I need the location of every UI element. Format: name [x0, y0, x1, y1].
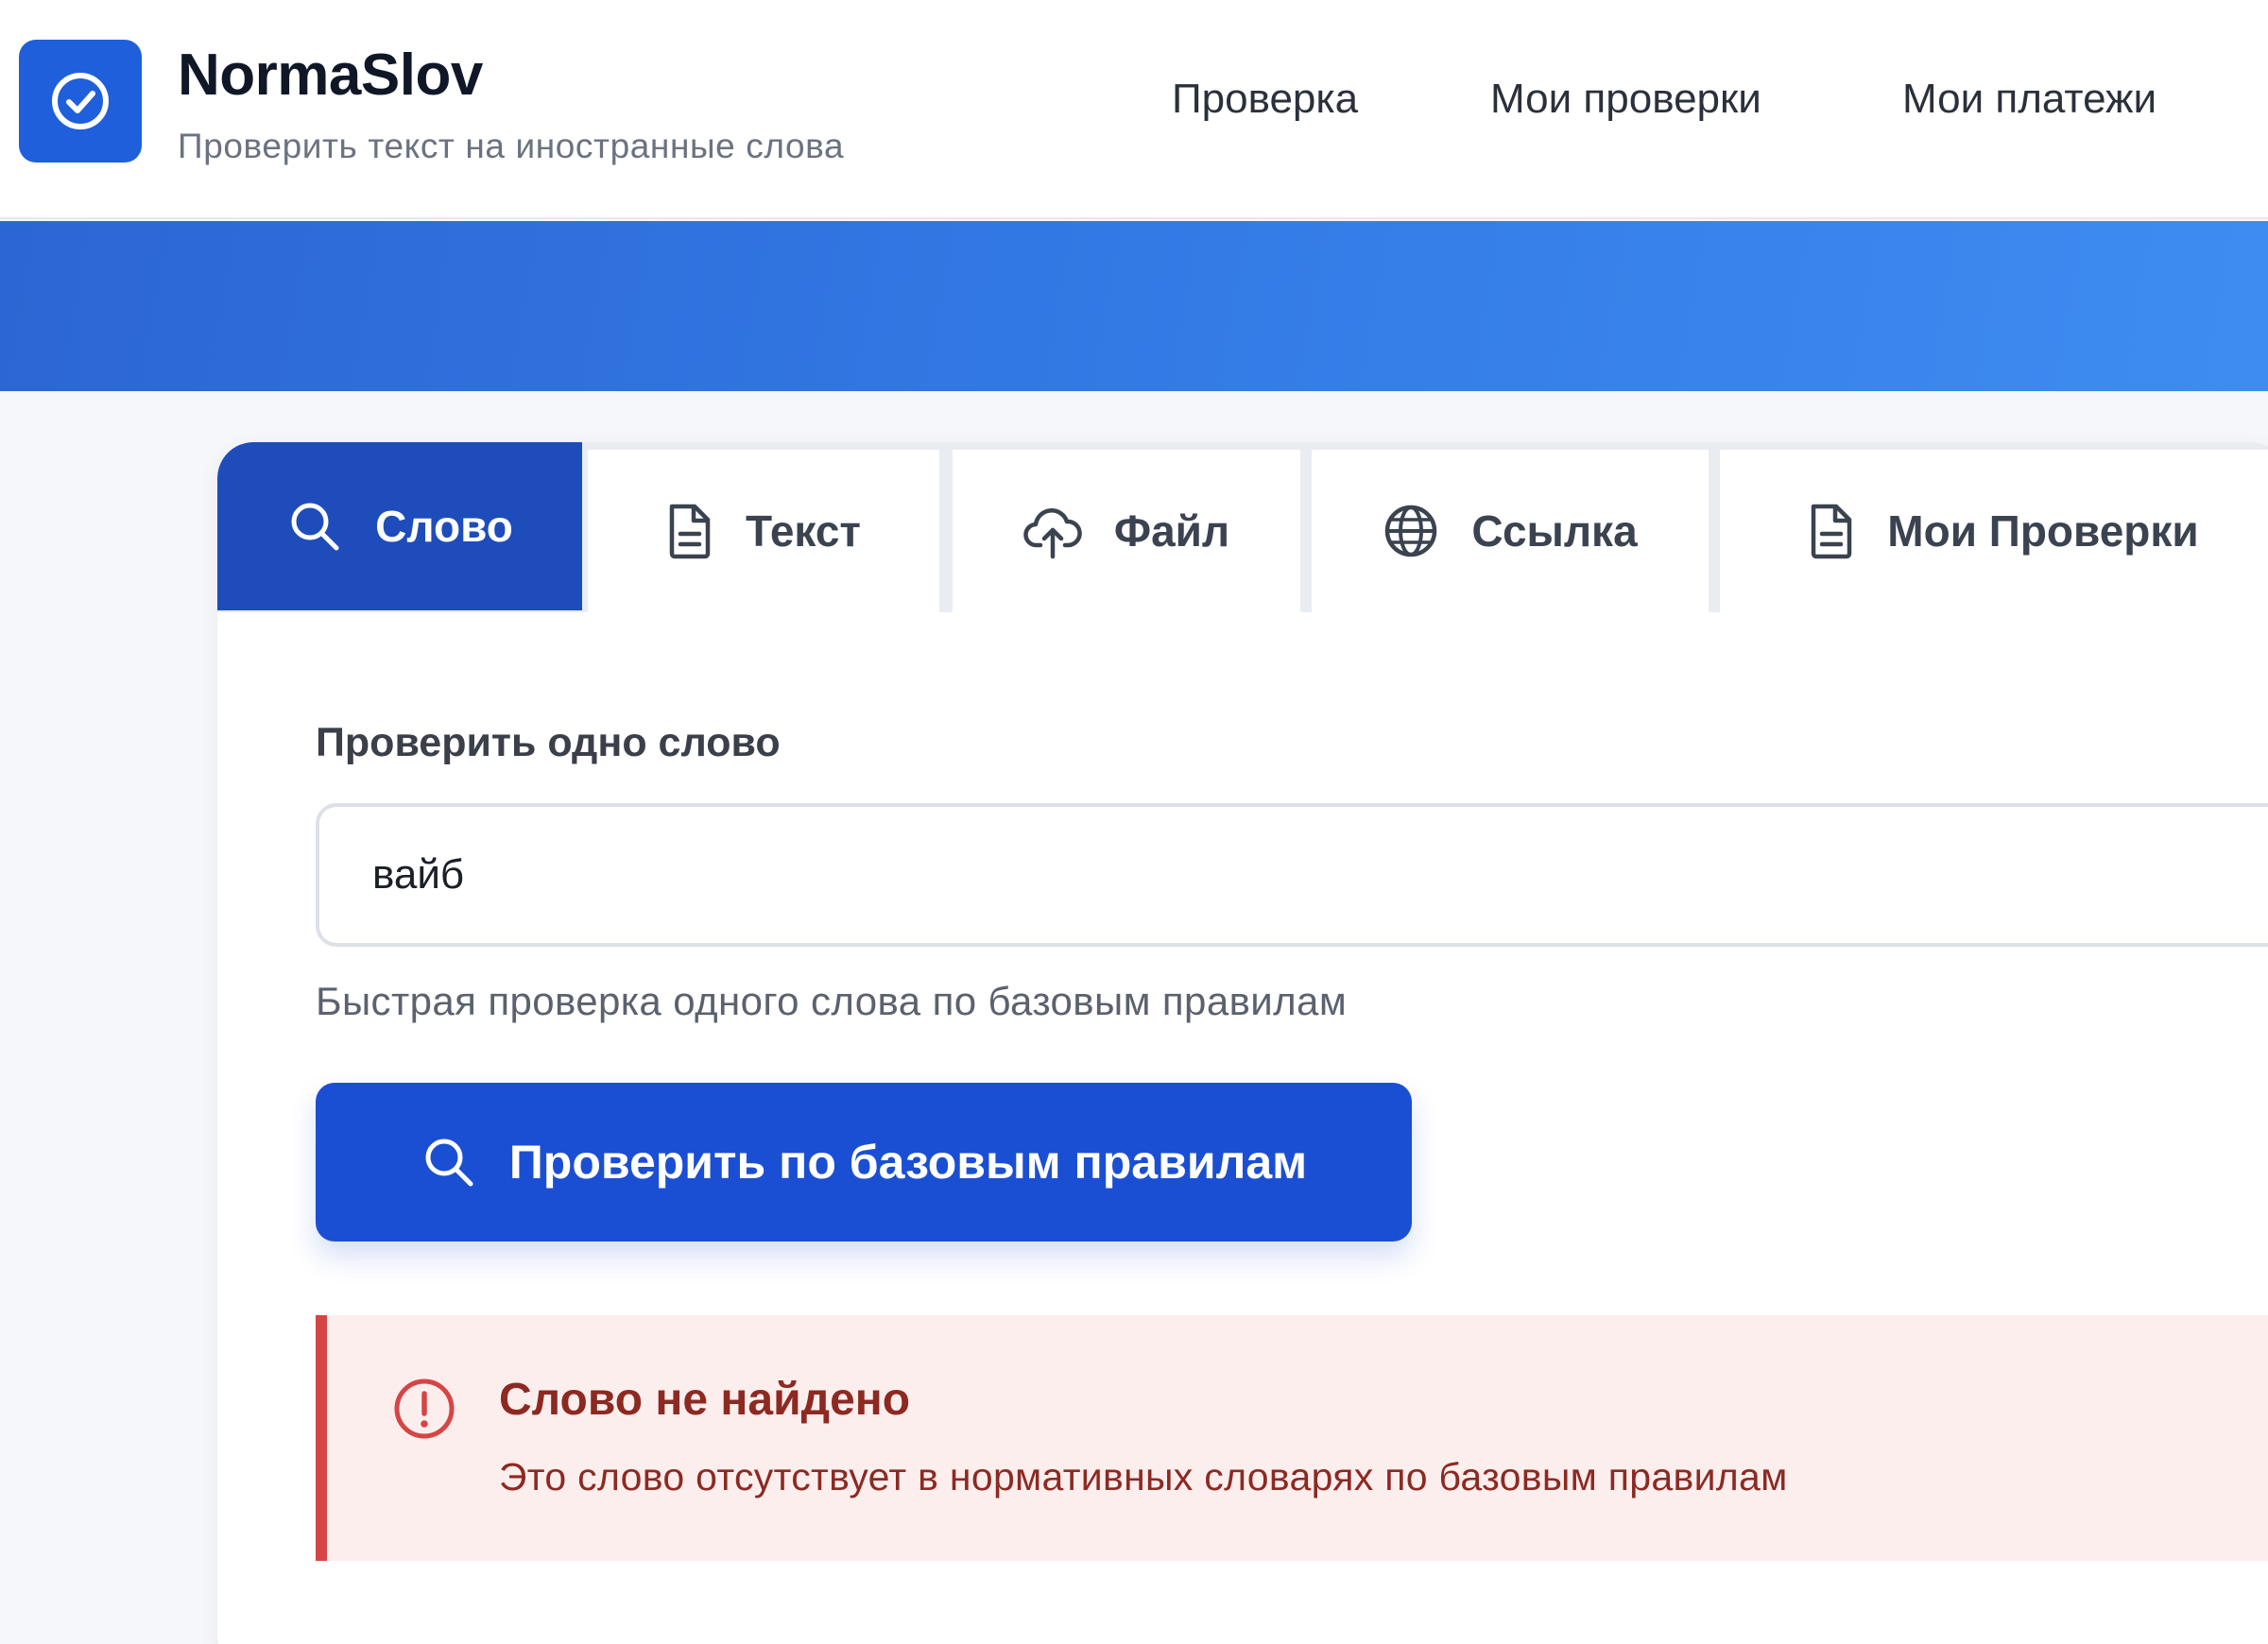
brand-name: NormaSlov [178, 43, 483, 108]
nav-item-my-checks[interactable]: Мои проверки [1490, 76, 1761, 123]
word-input[interactable] [316, 803, 2268, 947]
tab-label: Ссылка [1471, 506, 1638, 556]
exclamation-circle-icon [391, 1376, 457, 1447]
nav-item-my-payments[interactable]: Мои платежи [1902, 76, 2156, 123]
tab-link[interactable]: Ссылка [1312, 450, 1709, 612]
tab-label: Файл [1113, 506, 1230, 556]
tab-file[interactable]: Файл [953, 450, 1300, 612]
word-field-label: Проверить одно слово [316, 720, 781, 765]
not-found-alert: Слово не найдено Это слово отсутствует в… [316, 1315, 2268, 1561]
word-field-hint: Быстрая проверка одного слова по базовым… [316, 979, 1348, 1023]
check-circle-icon [52, 73, 109, 129]
search-icon [286, 498, 343, 555]
nav-item-check[interactable]: Проверка [1172, 76, 1358, 123]
brand-subtitle: Проверить текст на иностранные слова [178, 127, 845, 165]
app-header: NormaSlov Проверить текст на иностранные… [0, 0, 2268, 219]
globe-icon [1383, 503, 1439, 559]
hero-banner [0, 221, 2268, 391]
tab-text[interactable]: Текст [588, 450, 939, 612]
tab-bar: Слово Текст Файл Ссылка Мои Проверки [217, 442, 2268, 612]
search-icon [421, 1134, 477, 1190]
tab-label: Текст [746, 506, 861, 556]
tab-word[interactable]: Слово [217, 442, 582, 610]
alert-title: Слово не найдено [499, 1375, 911, 1425]
alert-message: Это слово отсутствует в нормативных слов… [499, 1455, 1788, 1498]
document-icon [666, 503, 713, 559]
tab-label: Мои Проверки [1887, 506, 2199, 556]
document-icon [1808, 503, 1855, 559]
logo[interactable] [19, 40, 142, 163]
upload-cloud-icon [1023, 502, 1082, 560]
button-label: Проверить по базовым правилам [508, 1136, 1308, 1189]
tab-label: Слово [375, 502, 513, 551]
tab-my-checks[interactable]: Мои Проверки [1720, 450, 2268, 612]
check-basic-rules-button[interactable]: Проверить по базовым правилам [316, 1083, 1412, 1242]
